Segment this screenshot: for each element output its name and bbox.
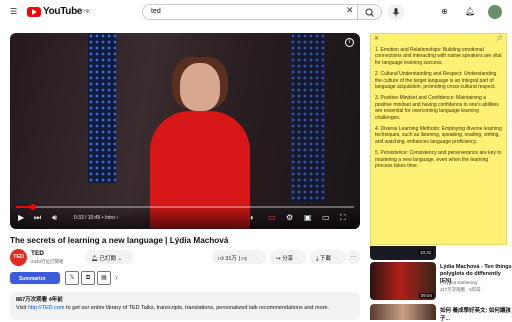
share-button[interactable]: ↪ 分享 — [270, 250, 306, 264]
chapter-label: Intro — [104, 215, 115, 221]
logo-region: HK — [83, 8, 91, 15]
note-item: 4. Diverse Learning Methods: Employing d… — [375, 126, 502, 145]
download-button[interactable]: ⤓ 下載 — [310, 250, 346, 264]
next-icon[interactable]: ⏭︎ — [34, 214, 41, 222]
subtitles-icon[interactable]: ▭ — [268, 214, 276, 222]
progress-bar[interactable] — [16, 204, 354, 210]
player-controls: ▶ ⏭︎ 🔊︎ 0:33 / 10:45 • Intro › ◐ ▭ ⚙︎ ▣ … — [10, 203, 360, 229]
more-icon: ⋯ — [351, 254, 357, 260]
share-label: 分享 — [282, 256, 294, 262]
clear-search-icon[interactable]: ✕ — [346, 5, 354, 16]
views-date: 887万次观看 4年前 — [16, 297, 63, 303]
twitter-share-icon[interactable]: 𝕏 — [65, 271, 79, 285]
pin-icon[interactable]: 📌︎ — [495, 36, 503, 42]
note-item: 5. Persistence: Consistency and persever… — [375, 150, 502, 170]
play-icon[interactable]: ▶ — [18, 214, 24, 222]
description-suffix: to get our entire library of TED Talks, … — [64, 305, 330, 311]
subscribed-label: 已訂閱 — [99, 256, 117, 262]
logo-text: YouTube — [43, 6, 83, 17]
time-text: 0:33 / 10:45 — [74, 215, 101, 221]
recommendation-meta: 117万次观看 · 5年前 — [440, 287, 481, 292]
notifications-icon[interactable]: 🔔︎ — [465, 7, 475, 16]
stage-light-pillar — [88, 33, 116, 183]
summarize-label: Summarize — [19, 275, 46, 282]
info-icon[interactable]: i — [345, 38, 354, 47]
recommendation-thumbnail[interactable]: 09:04 — [370, 262, 436, 300]
youtube-play-icon — [27, 6, 41, 17]
search-icon — [365, 8, 374, 17]
microphone-icon — [392, 8, 400, 17]
presenter-head — [180, 63, 220, 111]
channel-avatar[interactable]: TED — [10, 249, 27, 266]
duration-badge: 10:31 — [418, 250, 434, 255]
copy-icon[interactable]: ⧉ — [81, 271, 95, 285]
search-button[interactable] — [358, 4, 382, 20]
note-item: 3. Positive Mindset and Confidence: Main… — [375, 95, 499, 121]
settings-icon[interactable]: ⚙︎ — [286, 214, 293, 222]
note-item: 1. Emotion and Relationships: Building e… — [375, 47, 502, 66]
stage-light-pillar — [290, 33, 326, 203]
bell-icon: 🔔︎ — [91, 256, 100, 262]
video-player[interactable]: i ▶ ⏭︎ 🔊︎ 0:33 / 10:45 • Intro › ◐ ▭ ⚙︎ … — [10, 33, 360, 229]
subscriber-count: 2340万位訂閱者 — [31, 259, 64, 264]
recommendation-card[interactable]: 09:04 Lýdia Machová - Ten things polyglo… — [370, 262, 512, 302]
fullscreen-icon[interactable]: ⛶ — [340, 214, 346, 222]
description-box[interactable]: 887万次观看 4年前 Visit http://TED.com to get … — [10, 292, 360, 320]
progress-knob[interactable] — [29, 204, 36, 210]
note-item: 2. Cultural Understanding and Respect: U… — [375, 71, 497, 91]
channel-name[interactable]: TED — [31, 250, 44, 257]
more-actions-button[interactable]: ⋯ — [348, 250, 360, 264]
dislike-icon[interactable]: 👎︎ — [241, 256, 247, 262]
chevron-down-icon: ⌄ — [117, 256, 123, 262]
chapter-chevron: › — [116, 215, 119, 221]
duration-badge: 09:04 — [418, 293, 434, 298]
volume-icon[interactable]: 🔊︎ — [52, 214, 57, 222]
time-display: 0:33 / 10:45 • Intro › — [74, 215, 118, 221]
close-icon[interactable]: ✕ — [374, 36, 379, 42]
summarize-button[interactable]: Summarize — [10, 272, 60, 284]
ted-link[interactable]: http://TED.com — [28, 305, 65, 311]
description-text: Visit http://TED.com to get our entire l… — [16, 304, 354, 312]
download-label: 下載 — [319, 256, 331, 262]
menu-icon[interactable]: ☰ — [10, 7, 17, 16]
description-prefix: Visit — [16, 305, 28, 311]
subscribed-button[interactable]: 🔔︎ 已訂閱 ⌄ — [85, 250, 133, 264]
top-bar: ☰ YouTube HK ted ✕ ⊕ 🔔︎ — [0, 0, 512, 24]
youtube-logo[interactable]: YouTube HK — [27, 6, 90, 17]
search-input[interactable]: ted — [142, 4, 358, 20]
miniplayer-icon[interactable]: ▣ — [304, 214, 312, 222]
like-count[interactable]: 31万 — [225, 256, 237, 262]
notes-icon[interactable]: ▤ — [97, 271, 111, 285]
video-title: The secrets of learning a new language |… — [10, 236, 229, 245]
like-dislike-group: 👍︎ 31万 | 👎︎ — [212, 250, 266, 264]
create-icon[interactable]: ⊕ — [441, 7, 448, 16]
recommendation-thumbnail[interactable] — [370, 304, 436, 320]
recommendation-channel[interactable]: Polyglot Gathering — [440, 280, 477, 285]
theater-mode-icon[interactable]: ▭ — [322, 214, 330, 222]
summary-note: ✕ 📌︎ 1. Emotion and Relationships: Build… — [370, 33, 507, 245]
autoplay-toggle-icon[interactable]: ◐ — [250, 214, 255, 222]
voice-search-button[interactable] — [388, 4, 404, 20]
chevron-right-icon[interactable]: › — [115, 273, 118, 282]
avatar[interactable] — [488, 5, 502, 19]
